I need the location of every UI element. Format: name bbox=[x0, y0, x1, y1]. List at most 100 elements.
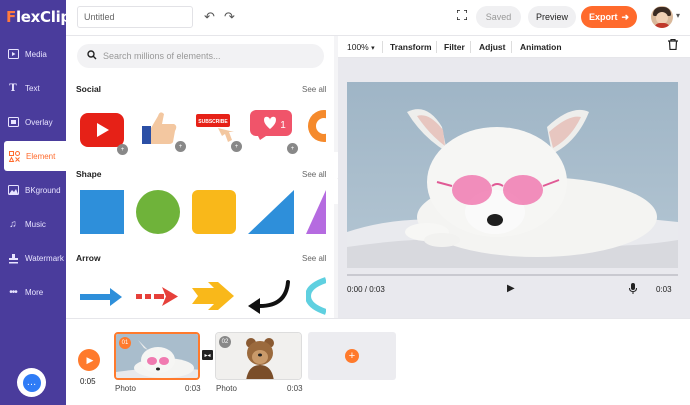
chevron-down-icon[interactable]: ▾ bbox=[676, 11, 680, 20]
media-icon bbox=[7, 48, 19, 60]
like-notification-icon[interactable]: 1 + bbox=[250, 108, 298, 154]
timeline: ▶ 0:05 01 Photo 0:03 ▸◂ 02 Photo 0:03 + bbox=[66, 318, 690, 405]
play-icon: ▶ bbox=[86, 354, 94, 365]
partial-social-icon[interactable] bbox=[306, 109, 326, 153]
sidebar-item-music[interactable]: ♫ Music bbox=[0, 209, 66, 239]
sidebar-item-label: Overlay bbox=[25, 117, 53, 127]
video-duration: 0:03 bbox=[656, 285, 672, 294]
sidebar-item-text[interactable]: T Text bbox=[0, 73, 66, 103]
element-icon bbox=[8, 150, 20, 162]
triangle-shape[interactable] bbox=[248, 190, 294, 234]
sidebar-item-overlay[interactable]: Overlay bbox=[0, 107, 66, 137]
sidebar-item-label: Text bbox=[25, 83, 40, 93]
chat-button[interactable]: … bbox=[17, 368, 46, 397]
square-shape[interactable] bbox=[80, 190, 126, 234]
search-icon bbox=[87, 49, 97, 63]
curved-black-arrow-icon[interactable] bbox=[246, 276, 292, 318]
trash-icon[interactable] bbox=[668, 38, 678, 53]
sidebar-item-media[interactable]: Media bbox=[0, 39, 66, 69]
total-duration: 0:05 bbox=[80, 377, 96, 386]
section-title-social: Social bbox=[76, 84, 102, 94]
player-controls: 0:00 / 0:03 ▶ 0:03 bbox=[347, 274, 678, 304]
blue-arrow-icon[interactable] bbox=[78, 276, 124, 318]
clip-number: 02 bbox=[219, 336, 231, 348]
sidebar-item-label: Music bbox=[25, 219, 46, 229]
top-bar: ↶ ↷ Saved Preview Export ➜ ▾ bbox=[66, 0, 690, 36]
see-all-arrow-link[interactable]: See all bbox=[302, 254, 326, 263]
text-icon: T bbox=[9, 82, 17, 94]
undo-icon[interactable]: ↶ bbox=[204, 9, 215, 25]
clip-duration: 0:03 bbox=[287, 384, 303, 393]
avatar[interactable] bbox=[651, 6, 673, 28]
playback-progress-bar[interactable] bbox=[347, 274, 678, 276]
timeline-clip-1[interactable]: 01 bbox=[114, 332, 200, 380]
overlay-icon bbox=[7, 116, 19, 128]
export-label: Export bbox=[588, 12, 618, 22]
add-badge-icon: + bbox=[287, 143, 298, 154]
clip-label: Photo bbox=[115, 384, 136, 393]
sidebar-item-label: Watermark bbox=[25, 253, 64, 263]
play-icon[interactable]: ▶ bbox=[507, 283, 515, 294]
arrow-right-icon: ➜ bbox=[621, 11, 630, 22]
yellow-arrow-icon[interactable] bbox=[190, 276, 236, 318]
more-icon: ••• bbox=[9, 286, 18, 298]
microphone-icon[interactable] bbox=[629, 283, 637, 297]
subscribe-button-icon[interactable]: SUBSCRIBE + bbox=[194, 106, 242, 152]
sidebar-item-label: Element bbox=[26, 151, 56, 161]
sidebar-item-watermark[interactable]: Watermark bbox=[0, 243, 66, 273]
video-canvas[interactable] bbox=[347, 82, 678, 268]
clip-number: 01 bbox=[119, 337, 131, 349]
tab-animation[interactable]: Animation bbox=[520, 42, 562, 52]
flexclip-logo[interactable]: FlexClip bbox=[6, 8, 71, 26]
plus-icon: + bbox=[345, 349, 359, 363]
timeline-clip-2[interactable]: 02 bbox=[215, 332, 302, 380]
zoom-select[interactable]: 100% ▾ bbox=[347, 42, 375, 52]
add-badge-icon: + bbox=[117, 144, 128, 155]
see-all-shape-link[interactable]: See all bbox=[302, 170, 326, 179]
red-dashed-arrow-icon[interactable] bbox=[134, 276, 180, 318]
fullscreen-icon[interactable] bbox=[456, 9, 468, 23]
timeline-play-button[interactable]: ▶ bbox=[78, 349, 100, 371]
sidebar-item-element[interactable]: Element bbox=[4, 141, 66, 171]
thumbs-up-icon[interactable]: + bbox=[138, 106, 186, 152]
project-title-input[interactable] bbox=[77, 6, 193, 28]
see-all-social-link[interactable]: See all bbox=[302, 85, 326, 94]
clip-label: Photo bbox=[216, 384, 237, 393]
tab-adjust[interactable]: Adjust bbox=[479, 42, 505, 52]
sidebar-item-label: Media bbox=[25, 49, 47, 59]
subscribe-text: SUBSCRIBE bbox=[198, 119, 228, 125]
partial-arrow-icon[interactable] bbox=[306, 276, 326, 318]
chat-bubble-icon: … bbox=[22, 373, 41, 392]
elements-panel: Search millions of elements... Social Se… bbox=[66, 36, 334, 318]
sidebar-item-label: More bbox=[25, 287, 44, 297]
sidebar-item-bkground[interactable]: BKground bbox=[0, 175, 66, 205]
sidebar-item-more[interactable]: ••• More bbox=[0, 277, 66, 307]
like-count: 1 bbox=[280, 120, 286, 131]
sidebar-item-label: BKground bbox=[25, 185, 61, 195]
circle-shape[interactable] bbox=[136, 190, 182, 234]
current-time: 0:00 / 0:03 bbox=[347, 285, 385, 294]
preview-button[interactable]: Preview bbox=[528, 6, 576, 28]
background-icon bbox=[7, 184, 19, 196]
youtube-play-icon[interactable]: + bbox=[80, 109, 128, 155]
section-title-shape: Shape bbox=[76, 169, 102, 179]
export-button[interactable]: Export ➜ bbox=[581, 6, 637, 28]
tab-transform[interactable]: Transform bbox=[390, 42, 432, 52]
music-icon: ♫ bbox=[9, 218, 17, 230]
section-title-arrow: Arrow bbox=[76, 253, 101, 263]
chevron-down-icon: ▾ bbox=[371, 45, 375, 52]
watermark-icon bbox=[7, 252, 19, 264]
search-input[interactable]: Search millions of elements... bbox=[103, 51, 221, 61]
add-badge-icon: + bbox=[231, 141, 242, 152]
partial-triangle-shape[interactable] bbox=[306, 190, 326, 234]
add-badge-icon: + bbox=[175, 141, 186, 152]
tab-filter[interactable]: Filter bbox=[444, 42, 465, 52]
transition-icon[interactable]: ▸◂ bbox=[202, 350, 213, 360]
rounded-square-shape[interactable] bbox=[192, 190, 238, 234]
clip-duration: 0:03 bbox=[185, 384, 201, 393]
add-clip-button[interactable]: + bbox=[308, 332, 396, 380]
redo-icon[interactable]: ↷ bbox=[224, 9, 235, 25]
saved-button[interactable]: Saved bbox=[476, 6, 521, 28]
search-bar[interactable]: Search millions of elements... bbox=[77, 44, 324, 68]
dog-photo-image bbox=[347, 82, 678, 268]
